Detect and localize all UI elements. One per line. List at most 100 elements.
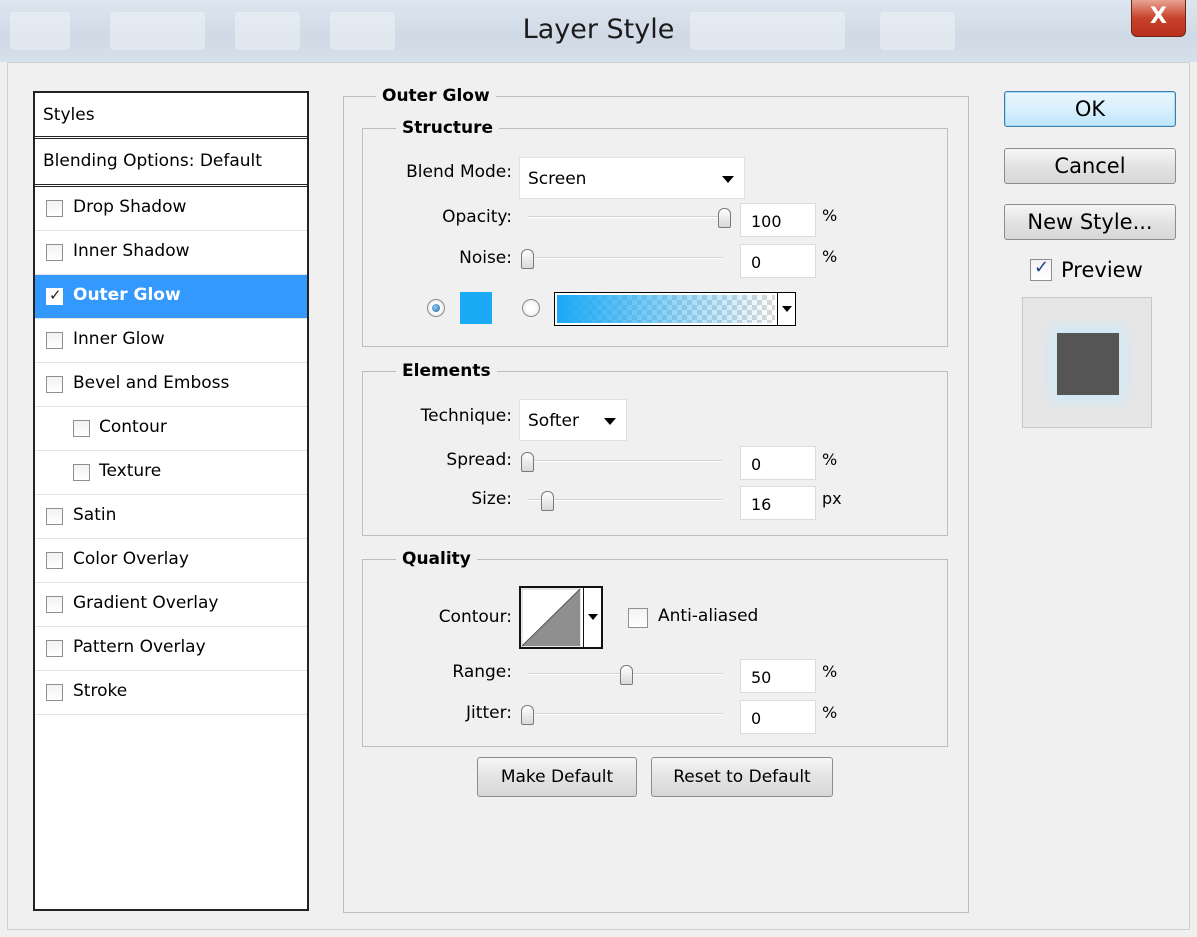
style-item-label: Inner Shadow bbox=[73, 241, 190, 261]
opacity-slider-track[interactable] bbox=[527, 216, 722, 218]
range-unit: % bbox=[822, 662, 838, 681]
style-item[interactable]: Pattern Overlay bbox=[35, 627, 307, 671]
reset-to-default-button[interactable]: Reset to Default bbox=[651, 757, 833, 797]
chevron-down-icon bbox=[588, 614, 598, 620]
preview-label: Preview bbox=[1061, 258, 1143, 282]
style-checkbox[interactable] bbox=[46, 640, 63, 657]
style-checkbox[interactable] bbox=[46, 244, 63, 261]
range-input[interactable]: 50 bbox=[740, 659, 816, 693]
styles-header[interactable]: Styles bbox=[35, 93, 307, 139]
style-items: Drop Shadow Inner Shadow ✓ Outer Glow Inner … bbox=[35, 187, 307, 715]
structure-title: Structure bbox=[396, 118, 500, 138]
jitter-slider-thumb[interactable] bbox=[521, 705, 534, 725]
style-checkbox[interactable]: ✓ bbox=[46, 286, 63, 305]
style-item-label: Outer Glow bbox=[73, 285, 181, 305]
style-item[interactable]: Satin bbox=[35, 495, 307, 539]
contour-curve-icon bbox=[521, 588, 581, 647]
style-checkbox[interactable] bbox=[46, 200, 63, 217]
style-item[interactable]: Contour bbox=[35, 407, 307, 451]
opacity-label: Opacity: bbox=[442, 207, 512, 227]
style-item-label: Pattern Overlay bbox=[73, 637, 206, 657]
spread-input[interactable]: 0 bbox=[740, 446, 816, 480]
opacity-input[interactable]: 100 bbox=[740, 203, 816, 237]
style-item[interactable]: ✓ Outer Glow bbox=[35, 275, 307, 319]
noise-input[interactable]: 0 bbox=[740, 244, 816, 278]
spread-unit: % bbox=[822, 450, 838, 469]
contour-dropdown-arrow[interactable] bbox=[583, 588, 601, 647]
gradient-picker[interactable] bbox=[554, 292, 796, 326]
new-style-button[interactable]: New Style... bbox=[1004, 204, 1176, 240]
technique-select[interactable]: Softer bbox=[519, 399, 627, 441]
anti-aliased-label: Anti-aliased bbox=[658, 606, 759, 626]
technique-value: Softer bbox=[528, 411, 579, 431]
size-label: Size: bbox=[471, 489, 512, 509]
size-slider-track[interactable] bbox=[527, 499, 722, 501]
style-checkbox[interactable] bbox=[46, 684, 63, 701]
style-item[interactable]: Texture bbox=[35, 451, 307, 495]
blend-mode-label: Blend Mode: bbox=[406, 162, 512, 182]
opacity-slider-thumb[interactable] bbox=[718, 208, 731, 228]
gradient-radio[interactable] bbox=[522, 299, 540, 317]
style-item-label: Drop Shadow bbox=[73, 197, 187, 217]
style-item[interactable]: Stroke bbox=[35, 671, 307, 715]
style-checkbox[interactable] bbox=[46, 376, 63, 393]
noise-unit: % bbox=[822, 247, 838, 266]
style-item[interactable]: Color Overlay bbox=[35, 539, 307, 583]
size-unit: px bbox=[822, 489, 842, 508]
jitter-label: Jitter: bbox=[466, 703, 512, 723]
style-checkbox[interactable] bbox=[46, 552, 63, 569]
opacity-unit: % bbox=[822, 206, 838, 225]
gradient-dropdown-arrow[interactable] bbox=[777, 293, 795, 325]
chevron-down-icon bbox=[722, 176, 734, 183]
title-bar: Layer Style X bbox=[0, 0, 1197, 62]
contour-picker[interactable] bbox=[519, 586, 603, 649]
chevron-down-icon bbox=[604, 418, 616, 425]
style-item-label: Contour bbox=[99, 417, 167, 437]
checkmark-icon: ✓ bbox=[1034, 257, 1050, 278]
cancel-button[interactable]: Cancel bbox=[1004, 148, 1176, 184]
style-checkbox[interactable] bbox=[46, 332, 63, 349]
spread-slider-track[interactable] bbox=[527, 460, 722, 462]
gradient-preview bbox=[557, 295, 775, 323]
style-checkbox[interactable] bbox=[73, 464, 90, 481]
jitter-slider-track[interactable] bbox=[527, 713, 722, 715]
solid-color-radio[interactable] bbox=[427, 299, 445, 317]
style-item-label: Texture bbox=[99, 461, 162, 481]
style-item[interactable]: Bevel and Emboss bbox=[35, 363, 307, 407]
style-item[interactable]: Gradient Overlay bbox=[35, 583, 307, 627]
anti-aliased-checkbox[interactable] bbox=[628, 608, 648, 628]
outer-glow-title: Outer Glow bbox=[376, 86, 496, 106]
ok-button[interactable]: OK bbox=[1004, 91, 1176, 127]
make-default-button[interactable]: Make Default bbox=[477, 757, 637, 797]
glow-color-swatch[interactable] bbox=[460, 292, 492, 324]
window-title: Layer Style bbox=[522, 14, 675, 45]
range-slider-thumb[interactable] bbox=[619, 665, 633, 685]
size-slider-thumb[interactable] bbox=[540, 491, 554, 511]
style-item-label: Gradient Overlay bbox=[73, 593, 219, 613]
style-item-label: Inner Glow bbox=[73, 329, 165, 349]
noise-slider-thumb[interactable] bbox=[521, 249, 534, 269]
blend-mode-value: Screen bbox=[528, 169, 587, 189]
noise-slider-track[interactable] bbox=[527, 257, 722, 259]
blend-mode-select[interactable]: Screen bbox=[519, 157, 745, 199]
size-input[interactable]: 16 bbox=[740, 486, 816, 520]
style-item-label: Satin bbox=[73, 505, 117, 525]
elements-title: Elements bbox=[396, 361, 497, 381]
quality-title: Quality bbox=[396, 549, 477, 569]
chevron-down-icon bbox=[782, 306, 792, 312]
style-checkbox[interactable] bbox=[73, 420, 90, 437]
blending-options-item[interactable]: Blending Options: Default bbox=[35, 139, 307, 187]
style-item[interactable]: Inner Shadow bbox=[35, 231, 307, 275]
close-button[interactable]: X bbox=[1131, 0, 1186, 37]
technique-label: Technique: bbox=[420, 406, 512, 426]
style-checkbox[interactable] bbox=[46, 596, 63, 613]
style-checkbox[interactable] bbox=[46, 508, 63, 525]
jitter-input[interactable]: 0 bbox=[740, 700, 816, 734]
spread-slider-thumb[interactable] bbox=[521, 452, 534, 472]
style-item[interactable]: Inner Glow bbox=[35, 319, 307, 363]
contour-label: Contour: bbox=[438, 607, 512, 627]
spread-label: Spread: bbox=[446, 450, 512, 470]
style-item[interactable]: Drop Shadow bbox=[35, 187, 307, 231]
preview-thumbnail bbox=[1022, 297, 1152, 428]
preview-checkbox[interactable]: ✓ bbox=[1030, 257, 1052, 281]
